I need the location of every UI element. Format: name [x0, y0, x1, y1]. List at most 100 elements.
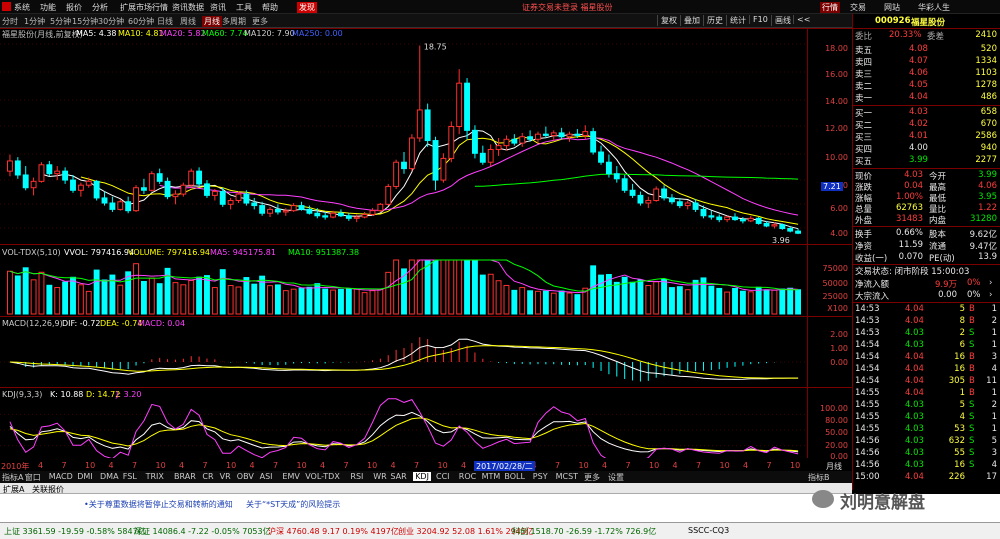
candle[interactable]: [495, 138, 502, 156]
candle[interactable]: [290, 203, 297, 212]
menu-item[interactable]: 系统: [14, 2, 30, 13]
indicator-tab[interactable]: CR: [202, 472, 213, 481]
candle[interactable]: [590, 127, 597, 155]
candle[interactable]: [282, 208, 289, 216]
candle[interactable]: [345, 213, 352, 221]
indicator-tab[interactable]: PSY: [533, 472, 548, 481]
flow-expand-icon[interactable]: ›: [989, 290, 992, 300]
menu-item[interactable]: 资讯: [210, 2, 226, 13]
candle[interactable]: [322, 211, 329, 220]
indicator-tab[interactable]: VR: [220, 472, 231, 481]
candle[interactable]: [779, 223, 786, 230]
indicator-tab[interactable]: CCI: [436, 472, 450, 481]
candle[interactable]: [54, 166, 61, 181]
candle[interactable]: [613, 166, 620, 183]
indicator-b-tab[interactable]: 指标B: [808, 472, 830, 483]
candle[interactable]: [377, 203, 384, 212]
toolbar-tab[interactable]: 统计: [726, 15, 746, 26]
menu-item[interactable]: 报价: [66, 2, 82, 13]
indicator-tab[interactable]: ROC: [459, 472, 476, 481]
period-tab[interactable]: 更多: [252, 16, 268, 27]
candle[interactable]: [550, 130, 557, 141]
top-right-tab[interactable]: 华彩人生: [918, 2, 950, 13]
toolbar-tab[interactable]: 画线: [771, 15, 791, 26]
candle[interactable]: [14, 157, 21, 179]
indicator-tab[interactable]: MACD: [49, 472, 73, 481]
index-quote[interactable]: 科创 1518.70 -26.59 -1.72% 726.9亿: [512, 526, 656, 537]
candle[interactable]: [109, 196, 116, 212]
candle[interactable]: [196, 167, 203, 187]
indicator-tab[interactable]: TRIX: [146, 472, 164, 481]
candle[interactable]: [653, 186, 660, 202]
period-tab[interactable]: 60分钟: [128, 16, 154, 27]
toolbar-tab[interactable]: F10: [749, 15, 768, 24]
indicator-tab[interactable]: 窗口: [25, 472, 41, 483]
index-quote[interactable]: 深证 14086.4 -7.22 -0.05% 7053亿: [134, 526, 271, 537]
period-tab[interactable]: 1分钟: [24, 16, 45, 27]
indicator-tab[interactable]: RSI: [350, 472, 363, 481]
candle[interactable]: [188, 168, 195, 188]
period-tab[interactable]: 分时: [2, 16, 18, 27]
candle[interactable]: [448, 121, 455, 163]
candle[interactable]: [148, 171, 155, 192]
candle[interactable]: [156, 168, 163, 184]
candle[interactable]: [125, 196, 132, 214]
period-tab[interactable]: 30分钟: [98, 16, 124, 27]
candle[interactable]: [6, 154, 13, 177]
candle[interactable]: [432, 136, 439, 191]
index-quote[interactable]: 沪深 4760.48 9.17 0.19% 4197亿: [268, 526, 399, 537]
menu-item[interactable]: 分析: [92, 2, 108, 13]
candle[interactable]: [519, 132, 526, 147]
candle[interactable]: [479, 145, 486, 165]
indicator-tab[interactable]: MTM: [482, 472, 501, 481]
candle[interactable]: [38, 162, 45, 183]
indicator-tab[interactable]: DMA: [100, 472, 119, 481]
indicator-tab[interactable]: MCST: [556, 472, 578, 481]
candle[interactable]: [385, 183, 392, 206]
candle[interactable]: [164, 177, 171, 200]
candle[interactable]: [93, 180, 100, 201]
candle[interactable]: [267, 206, 273, 218]
top-right-tab[interactable]: 行情: [820, 2, 840, 13]
candle[interactable]: [739, 217, 746, 224]
flow-expand-icon[interactable]: ›: [989, 278, 992, 288]
menu-item[interactable]: 工具: [236, 2, 252, 13]
candle[interactable]: [77, 182, 84, 197]
candle[interactable]: [393, 159, 400, 189]
indicator-tab[interactable]: BRAR: [174, 472, 196, 481]
candle[interactable]: [724, 215, 731, 223]
candle[interactable]: [338, 209, 344, 218]
period-tab[interactable]: 5分钟: [50, 16, 71, 27]
period-tab[interactable]: 15分钟: [72, 16, 98, 27]
candle[interactable]: [117, 199, 124, 211]
candle[interactable]: [503, 135, 510, 151]
indicator-tab[interactable]: 设置: [608, 472, 624, 483]
candle[interactable]: [558, 127, 565, 140]
top-right-tab[interactable]: 网站: [884, 2, 900, 13]
candle[interactable]: [227, 197, 234, 210]
candle[interactable]: [70, 174, 76, 193]
candle[interactable]: [456, 69, 463, 135]
news-item-1[interactable]: •关于尊重数据将暂停止交易和转新的通知: [84, 499, 233, 510]
indicator-tab[interactable]: OBV: [237, 472, 254, 481]
candle[interactable]: [471, 125, 478, 159]
candle[interactable]: [637, 191, 644, 206]
candle[interactable]: [30, 177, 37, 196]
indicator-tab[interactable]: VOL-TDX: [305, 472, 340, 481]
candle[interactable]: [140, 178, 147, 195]
candle[interactable]: [669, 194, 675, 205]
candle[interactable]: [401, 152, 407, 174]
candle[interactable]: [416, 45, 423, 142]
indicator-tab[interactable]: WR: [373, 472, 386, 481]
menu-item[interactable]: 功能: [40, 2, 56, 13]
candle[interactable]: [369, 208, 376, 216]
candle[interactable]: [251, 197, 258, 210]
period-tab[interactable]: 多周期: [222, 16, 246, 27]
candle[interactable]: [22, 166, 29, 191]
toolbar-tab[interactable]: 叠加: [680, 15, 700, 26]
toolbar-tab[interactable]: <<: [793, 15, 810, 24]
indicator-tab[interactable]: SAR: [390, 472, 406, 481]
candle[interactable]: [424, 103, 431, 147]
candle[interactable]: [204, 180, 210, 198]
candle[interactable]: [747, 215, 754, 223]
